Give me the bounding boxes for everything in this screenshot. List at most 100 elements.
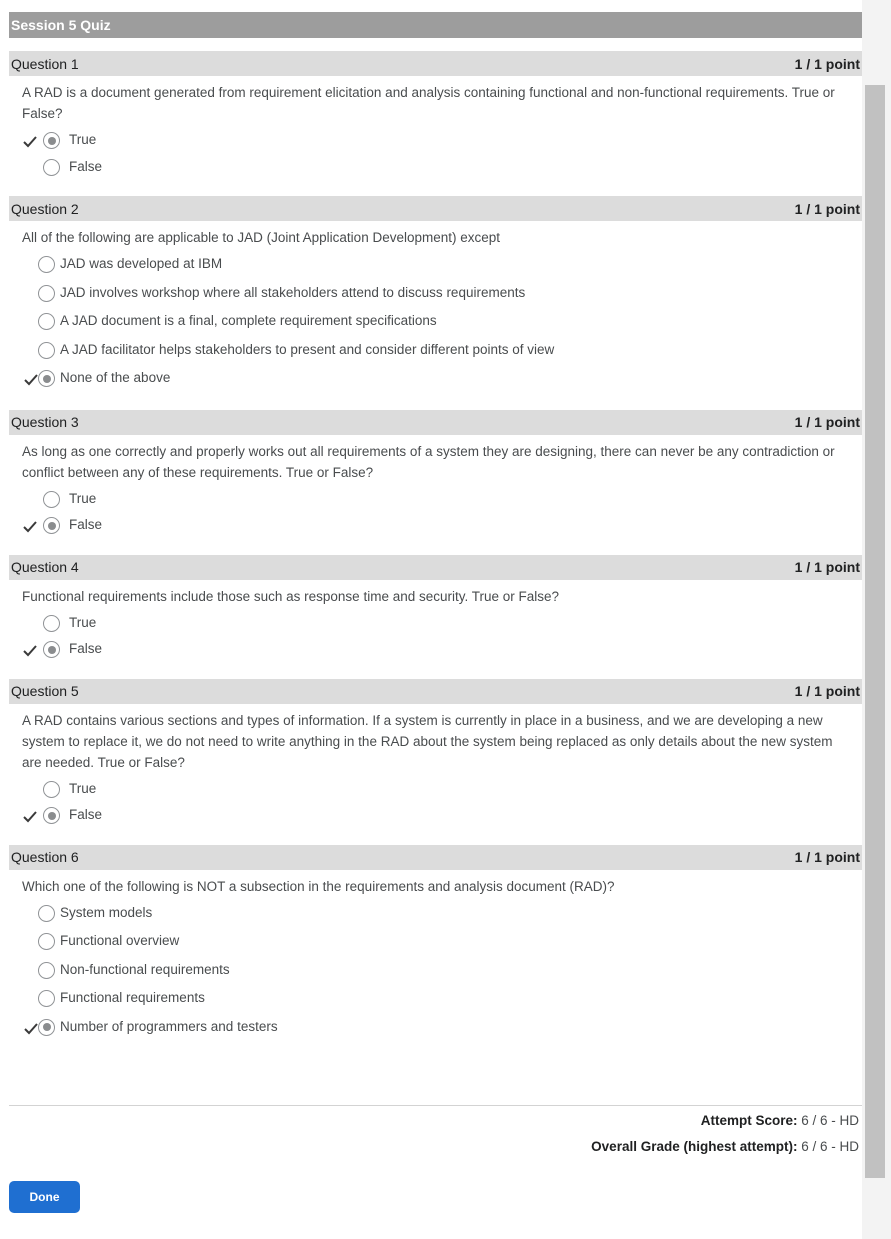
radio-button[interactable] bbox=[43, 807, 60, 824]
answer-option[interactable]: False bbox=[9, 805, 862, 832]
option-label: True bbox=[69, 490, 97, 506]
question-number: Question 5 bbox=[11, 683, 79, 699]
attempt-score-label: Attempt Score: bbox=[700, 1113, 798, 1128]
radio-button[interactable] bbox=[38, 933, 55, 950]
option-label: Functional requirements bbox=[60, 990, 205, 1005]
radio-button[interactable] bbox=[43, 158, 60, 176]
question-3: Question 3 1 / 1 point As long as one co… bbox=[9, 409, 862, 542]
option-label: True bbox=[69, 132, 97, 147]
radio-button[interactable] bbox=[43, 614, 60, 632]
question-number: Question 3 bbox=[11, 414, 79, 430]
overall-grade-value: 6 / 6 - HD bbox=[801, 1139, 859, 1154]
answer-option[interactable]: True bbox=[9, 489, 862, 516]
option-label: Non-functional requirements bbox=[60, 961, 230, 977]
radio-button[interactable] bbox=[38, 370, 55, 387]
question-number: Question 1 bbox=[11, 55, 79, 72]
scrollbar-thumb[interactable] bbox=[865, 85, 885, 1178]
quiz-title: Session 5 Quiz bbox=[9, 12, 862, 38]
answer-option[interactable]: JAD involves workshop where all stakehol… bbox=[9, 283, 862, 312]
question-header: Question 4 1 / 1 point bbox=[9, 554, 862, 580]
answer-options: System models Functional overview Non-fu… bbox=[9, 903, 862, 1046]
overall-grade-label: Overall Grade (highest attempt): bbox=[591, 1139, 798, 1154]
question-text: A RAD is a document generated from requi… bbox=[22, 85, 835, 121]
answer-option[interactable]: A JAD document is a final, complete requ… bbox=[9, 311, 862, 340]
radio-button[interactable] bbox=[43, 490, 60, 508]
radio-button[interactable] bbox=[38, 284, 55, 302]
question-number: Question 2 bbox=[11, 200, 79, 217]
checkmark-icon bbox=[24, 374, 38, 386]
answer-option[interactable]: True bbox=[9, 779, 862, 806]
radio-button[interactable] bbox=[43, 517, 60, 534]
question-2: Question 2 1 / 1 point All of the follow… bbox=[9, 196, 862, 397]
option-label: None of the above bbox=[60, 370, 171, 385]
checkmark-icon bbox=[24, 1022, 38, 1034]
radio-button[interactable] bbox=[43, 641, 60, 658]
radio-button[interactable] bbox=[38, 990, 55, 1007]
answer-options: True False bbox=[9, 779, 862, 832]
radio-button[interactable] bbox=[38, 1018, 55, 1036]
option-label: False bbox=[69, 158, 103, 174]
summary-divider bbox=[9, 1105, 862, 1106]
question-text: As long as one correctly and properly wo… bbox=[22, 443, 835, 480]
radio-button[interactable] bbox=[38, 961, 55, 979]
option-label: False bbox=[69, 641, 103, 656]
option-label: JAD was developed at IBM bbox=[60, 256, 223, 271]
radio-button[interactable] bbox=[43, 780, 60, 798]
done-button[interactable]: Done bbox=[9, 1181, 80, 1213]
checkmark-icon bbox=[23, 521, 37, 533]
question-4: Question 4 1 / 1 point Functional requir… bbox=[9, 554, 862, 666]
radio-button[interactable] bbox=[38, 256, 55, 273]
answer-options: JAD was developed at IBM JAD involves wo… bbox=[9, 254, 862, 397]
checkmark-icon bbox=[23, 136, 37, 148]
answer-option[interactable]: JAD was developed at IBM bbox=[9, 254, 862, 283]
answer-option[interactable]: Functional requirements bbox=[9, 988, 862, 1017]
question-points: 1 / 1 point bbox=[794, 414, 860, 430]
question-number: Question 6 bbox=[11, 849, 79, 865]
question-header: Question 6 1 / 1 point bbox=[9, 844, 862, 870]
option-label: False bbox=[69, 517, 103, 532]
answer-option[interactable]: True bbox=[9, 130, 862, 157]
answer-option[interactable]: False bbox=[9, 639, 862, 666]
option-label: False bbox=[69, 807, 103, 822]
attempt-score: Attempt Score: 6 / 6 - HD bbox=[701, 1113, 859, 1128]
answer-option[interactable]: A JAD facilitator helps stakeholders to … bbox=[9, 340, 862, 369]
answer-option[interactable]: None of the above bbox=[9, 368, 862, 397]
question-1: Question 1 1 / 1 point A RAD is a docume… bbox=[9, 51, 862, 183]
answer-options: True False bbox=[9, 489, 862, 542]
question-text: Which one of the following is NOT a subs… bbox=[22, 878, 615, 894]
question-text: All of the following are applicable to J… bbox=[22, 230, 501, 245]
option-label: True bbox=[69, 614, 97, 630]
question-points: 1 / 1 point bbox=[794, 849, 860, 865]
radio-button[interactable] bbox=[43, 132, 60, 149]
radio-button[interactable] bbox=[38, 904, 55, 922]
question-points: 1 / 1 point bbox=[794, 200, 860, 217]
answer-option[interactable]: Non-functional requirements bbox=[9, 960, 862, 989]
answer-options: True False bbox=[9, 130, 862, 183]
question-header: Question 3 1 / 1 point bbox=[9, 409, 862, 435]
radio-button[interactable] bbox=[38, 341, 55, 359]
question-header: Question 1 1 / 1 point bbox=[9, 51, 862, 76]
option-label: Number of programmers and testers bbox=[60, 1018, 278, 1034]
question-points: 1 / 1 point bbox=[794, 683, 860, 699]
option-label: True bbox=[69, 780, 97, 796]
answer-option[interactable]: Number of programmers and testers bbox=[9, 1017, 862, 1046]
question-header: Question 2 1 / 1 point bbox=[9, 196, 862, 221]
answer-option[interactable]: False bbox=[9, 515, 862, 542]
question-6: Question 6 1 / 1 point Which one of the … bbox=[9, 844, 862, 1046]
question-text: Functional requirements include those su… bbox=[22, 588, 560, 604]
option-label: A JAD facilitator helps stakeholders to … bbox=[60, 341, 555, 357]
question-5: Question 5 1 / 1 point A RAD contains va… bbox=[9, 678, 862, 832]
answer-option[interactable]: Functional overview bbox=[9, 931, 862, 960]
attempt-score-value: 6 / 6 - HD bbox=[801, 1113, 859, 1128]
question-number: Question 4 bbox=[11, 559, 79, 575]
answer-option[interactable]: System models bbox=[9, 903, 862, 932]
radio-button[interactable] bbox=[38, 313, 55, 330]
option-label: A JAD document is a final, complete requ… bbox=[60, 313, 437, 328]
question-points: 1 / 1 point bbox=[794, 55, 860, 72]
option-label: System models bbox=[60, 904, 153, 920]
question-header: Question 5 1 / 1 point bbox=[9, 678, 862, 704]
checkmark-icon bbox=[23, 645, 37, 657]
answer-option[interactable]: True bbox=[9, 613, 862, 640]
answer-option[interactable]: False bbox=[9, 157, 862, 184]
question-points: 1 / 1 point bbox=[794, 559, 860, 575]
